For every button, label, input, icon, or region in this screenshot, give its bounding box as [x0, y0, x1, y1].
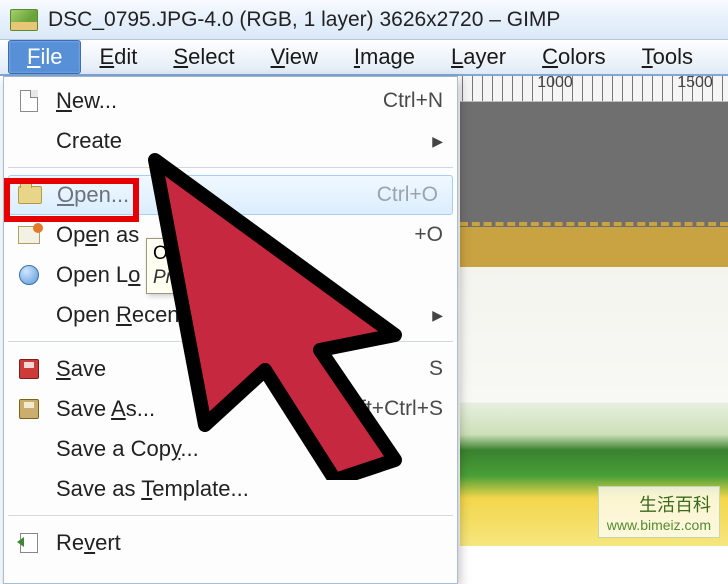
menu-separator [8, 167, 453, 169]
menu-tools[interactable]: Tools [624, 40, 711, 74]
file-menu-dropdown: New... Ctrl+N Create ▶ Open... Ctrl+O Op… [3, 76, 458, 584]
ruler-label-1000: 1000 [537, 74, 573, 92]
menuitem-create[interactable]: Create ▶ [4, 121, 457, 161]
watermark-url: www.bimeiz.com [607, 517, 711, 533]
new-file-icon [14, 89, 44, 113]
canvas-selection-dash [460, 222, 728, 226]
tooltip-body: Pres [153, 267, 205, 289]
menuitem-open-as-layers[interactable]: Open as +O [4, 215, 457, 255]
menu-file[interactable]: File [8, 40, 81, 74]
menuitem-save-a-copy[interactable]: Save a Copy... [4, 429, 457, 469]
accel-save-as: Shift+Ctrl+S [330, 397, 443, 421]
menu-separator [8, 515, 453, 517]
accel-open-as: +O [414, 223, 443, 247]
menu-select[interactable]: Select [155, 40, 252, 74]
menuitem-open[interactable]: Open... Ctrl+O [8, 175, 453, 215]
menu-view[interactable]: View [253, 40, 336, 74]
menubar: File Edit Select View Image Layer Colors… [0, 40, 728, 76]
canvas-background [460, 102, 728, 546]
menu-image[interactable]: Image [336, 40, 433, 74]
watermark: 生活百科 www.bimeiz.com [598, 486, 720, 538]
open-as-layers-icon [14, 223, 44, 247]
menu-separator [8, 341, 453, 343]
window-titlebar: DSC_0795.JPG-4.0 (RGB, 1 layer) 3626x272… [0, 0, 728, 40]
save-icon [14, 357, 44, 381]
menu-filters[interactable]: Filters [711, 40, 728, 74]
horizontal-ruler: 1000 1500 [460, 76, 728, 102]
submenu-arrow-icon: ▶ [432, 133, 443, 150]
menuitem-open-recent[interactable]: Open Recent ▶ [4, 295, 457, 335]
submenu-arrow-icon: ▶ [432, 307, 443, 324]
menuitem-save-as-template[interactable]: Save as Template... [4, 469, 457, 509]
menu-edit[interactable]: Edit [81, 40, 155, 74]
menu-layer[interactable]: Layer [433, 40, 524, 74]
menuitem-save-as[interactable]: Save As... Shift+Ctrl+S [4, 389, 457, 429]
menuitem-new[interactable]: New... Ctrl+N [4, 81, 457, 121]
accel-open: Ctrl+O [377, 183, 438, 207]
ruler-label-1500: 1500 [677, 74, 713, 92]
revert-icon [14, 531, 44, 555]
watermark-title: 生活百科 [607, 491, 711, 517]
menuitem-open-location[interactable]: Open Lo [4, 255, 457, 295]
window-title: DSC_0795.JPG-4.0 (RGB, 1 layer) 3626x272… [48, 8, 560, 32]
menuitem-revert[interactable]: Revert [4, 523, 457, 563]
tooltip: Op Pres [146, 238, 212, 294]
gimp-app-icon [10, 9, 38, 31]
accel-new: Ctrl+N [383, 89, 443, 113]
accel-save: S [429, 357, 443, 381]
menuitem-save[interactable]: Save S [4, 349, 457, 389]
menu-colors[interactable]: Colors [524, 40, 624, 74]
save-as-icon [14, 397, 44, 421]
tooltip-title: Op [153, 243, 205, 265]
folder-open-icon [15, 183, 45, 207]
globe-icon [14, 263, 44, 287]
